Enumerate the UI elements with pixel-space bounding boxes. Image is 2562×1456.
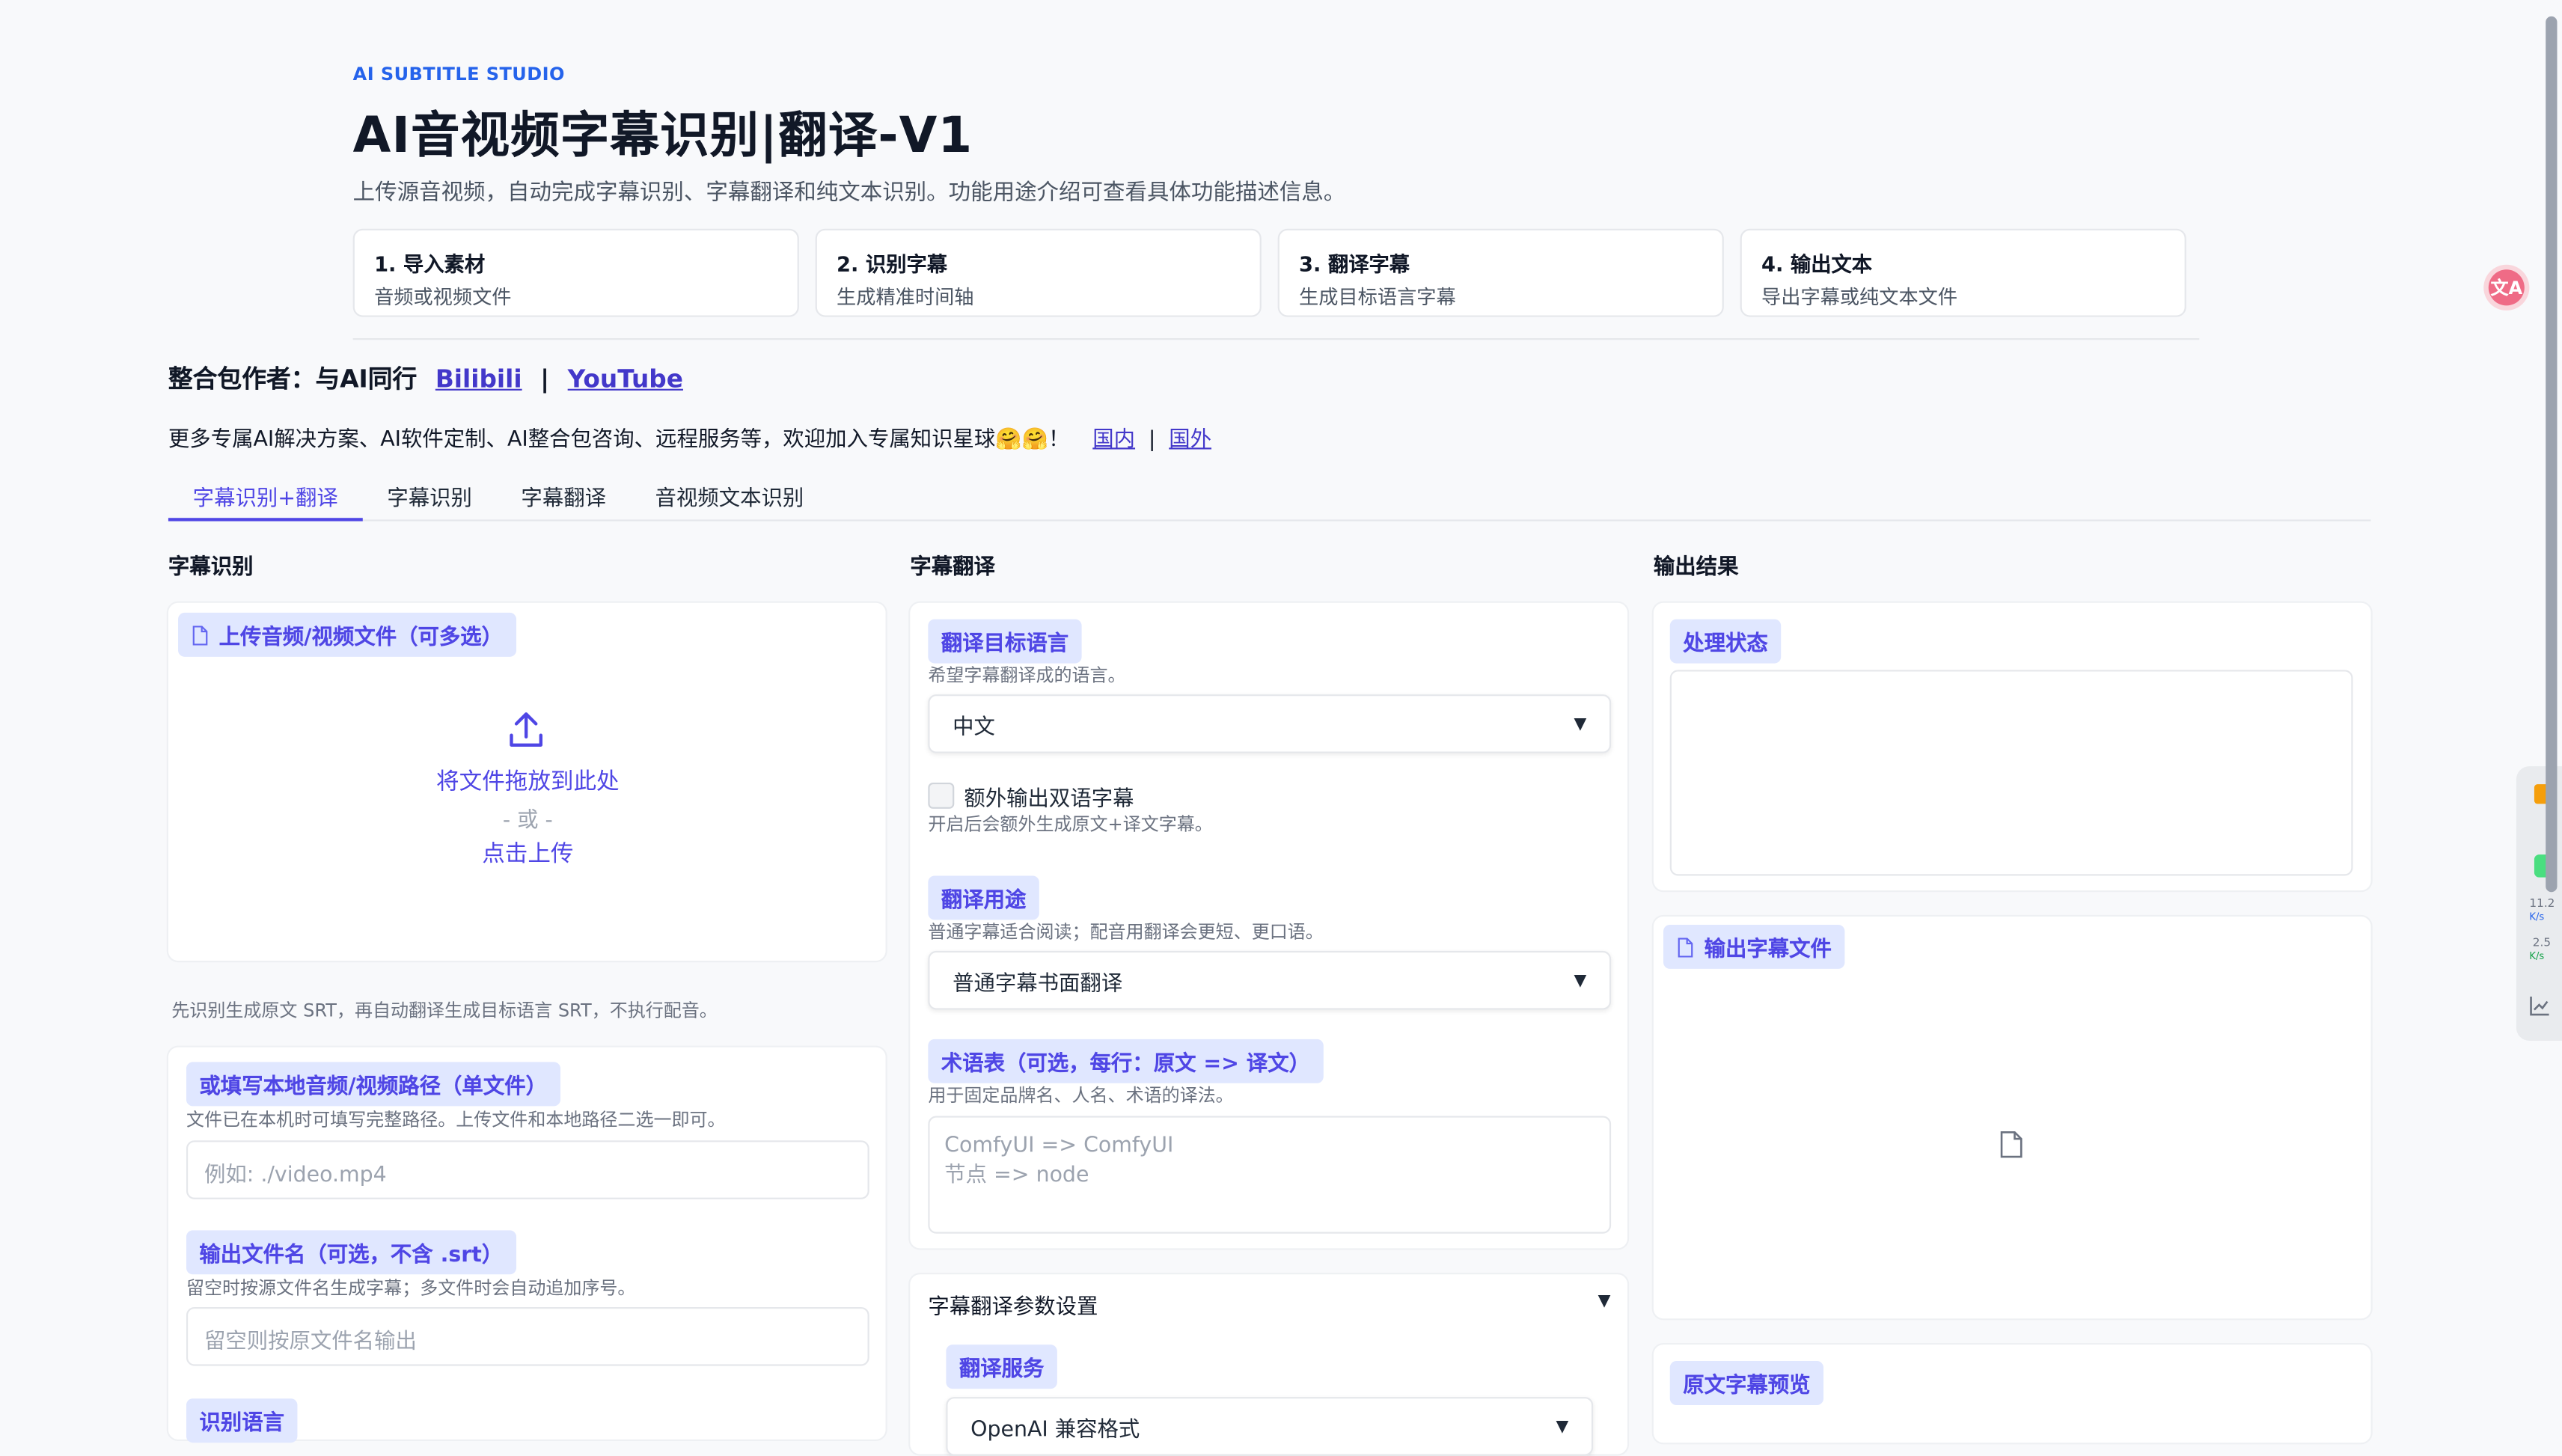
target-language-hint: 希望字幕翻译成的语言。	[928, 664, 1126, 687]
step-title: 3. 翻译字幕	[1299, 251, 1410, 277]
service-select[interactable]: OpenAI 兼容格式 ▼	[946, 1397, 1594, 1456]
step-card-translate: 3. 翻译字幕 生成目标语言字幕	[1277, 228, 1724, 317]
bilibili-link[interactable]: Bilibili	[435, 364, 522, 394]
purpose-chip: 翻译用途	[928, 875, 1039, 920]
local-path-placeholder: 例如: ./video.mp4	[204, 1163, 387, 1188]
or-text: - 或 -	[502, 808, 553, 833]
chevron-down-icon: ▼	[1574, 715, 1587, 733]
header-divider	[352, 338, 2200, 340]
tab-translate[interactable]: 字幕翻译	[497, 474, 631, 518]
step-desc: 导出字幕或纯文本文件	[1761, 286, 1958, 309]
bilingual-label: 额外输出双语字幕	[964, 787, 1134, 813]
collapse-arrow-icon[interactable]: ▼	[1598, 1292, 1611, 1310]
step-desc: 生成目标语言字幕	[1299, 286, 1456, 309]
output-name-hint: 留空时按源文件名生成字幕；多文件时会自动追加序号。	[186, 1277, 636, 1300]
translate-params-title: 字幕翻译参数设置	[928, 1295, 1098, 1321]
output-name-placeholder: 留空则按原文件名输出	[204, 1330, 417, 1355]
step-desc: 音频或视频文件	[374, 286, 512, 309]
tab-text-recognize[interactable]: 音视频文本识别	[631, 474, 828, 518]
chevron-down-icon: ▼	[1574, 971, 1587, 990]
author-separator: |	[540, 364, 550, 394]
translate-float-button[interactable]: 文A	[2483, 264, 2530, 311]
page-title: AI音视频字幕识别|翻译-V1	[352, 108, 973, 165]
promo-line: 更多专属AI解决方案、AI软件定制、AI整合包咨询、远程服务等，欢迎加入专属知识…	[168, 421, 1211, 453]
output-file-panel	[1653, 917, 2371, 1319]
step-desc: 生成精准时间轴	[837, 286, 974, 309]
service-chip: 翻译服务	[946, 1345, 1057, 1389]
glossary-placeholder-line: ComfyUI => ComfyUI	[944, 1134, 1174, 1159]
translate-icon: 文A	[2488, 269, 2525, 306]
purpose-hint: 普通字幕适合阅读；配音用翻译会更短、更口语。	[928, 921, 1324, 943]
local-path-input[interactable]: 例如: ./video.mp4	[186, 1140, 869, 1199]
upload-speed-unit: K/s	[2529, 911, 2545, 923]
service-value: OpenAI 兼容格式	[970, 1417, 1140, 1443]
promo-text: 更多专属AI解决方案、AI软件定制、AI整合包咨询、远程服务等，欢迎加入专属知识…	[168, 428, 1070, 453]
purpose-value: 普通字幕书面翻译	[953, 971, 1123, 996]
workflow-steps: 1. 导入素材 音频或视频文件 2. 识别字幕 生成精准时间轴 3. 翻译字幕 …	[352, 228, 2186, 317]
step-card-output: 4. 输出文本 导出字幕或纯文本文件	[1740, 228, 2186, 317]
bilingual-checkbox[interactable]	[928, 782, 955, 809]
output-name-input[interactable]: 留空则按原文件名输出	[186, 1306, 869, 1366]
target-language-chip: 翻译目标语言	[928, 619, 1082, 664]
step-card-import: 1. 导入素材 音频或视频文件	[352, 228, 799, 317]
step-title: 4. 输出文本	[1761, 251, 1873, 277]
recognize-language-chip: 识别语言	[186, 1398, 298, 1443]
upload-icon	[510, 712, 542, 747]
page-subtitle: 上传源音视频，自动完成字幕识别、字幕翻译和纯文本识别。功能用途介绍可查看具体功能…	[352, 180, 1346, 207]
glossary-hint: 用于固定品牌名、人名、术语的译法。	[928, 1084, 1234, 1107]
overseas-link[interactable]: 国外	[1169, 428, 1211, 453]
status-chip: 处理状态	[1669, 619, 1782, 664]
author-label: 整合包作者：与AI同行	[168, 364, 418, 394]
drop-text: 将文件拖放到此处	[436, 769, 620, 796]
step-card-recognize: 2. 识别字幕 生成精准时间轴	[815, 228, 1262, 317]
upload-file-label: 上传音频/视频文件（可多选）	[218, 625, 504, 651]
target-language-value: 中文	[953, 715, 995, 740]
glossary-textarea[interactable]: ComfyUI => ComfyUI 节点 => node	[928, 1116, 1612, 1234]
glossary-chip: 术语表（可选，每行：原文 => 译文）	[928, 1039, 1324, 1083]
tab-recognize-translate[interactable]: 字幕识别+翻译	[168, 474, 363, 521]
output-name-chip: 输出文件名（可选，不含 .srt）	[186, 1230, 516, 1275]
scrollbar-thumb[interactable]	[2546, 16, 2558, 893]
step-title: 1. 导入素材	[374, 251, 486, 277]
page-scrollbar[interactable]	[2544, 0, 2559, 1431]
domestic-link[interactable]: 国内	[1092, 428, 1135, 453]
mode-tabs: 字幕识别+翻译 字幕识别 字幕翻译 音视频文本识别	[168, 474, 2371, 521]
purpose-select[interactable]: 普通字幕书面翻译 ▼	[928, 950, 1612, 1010]
empty-file-icon	[2000, 1131, 2023, 1158]
chevron-down-icon: ▼	[1556, 1417, 1569, 1436]
pipeline-note: 先识别生成原文 SRT，再自动翻译生成目标语言 SRT，不执行配音。	[171, 1000, 718, 1021]
bilingual-hint: 开启后会额外生成原文+译文字幕。	[928, 813, 1213, 835]
click-upload-link[interactable]: 点击上传	[168, 836, 887, 869]
glossary-placeholder-line: 节点 => node	[944, 1163, 1089, 1188]
translate-column-title: 字幕翻译	[910, 555, 995, 581]
step-title: 2. 识别字幕	[837, 251, 948, 277]
upload-file-chip: 上传音频/视频文件（可多选）	[178, 612, 516, 657]
download-speed-unit: K/s	[2529, 950, 2545, 963]
tab-recognize[interactable]: 字幕识别	[363, 474, 497, 518]
output-file-label: 输出字幕文件	[1704, 937, 1832, 963]
youtube-link[interactable]: YouTube	[568, 364, 683, 394]
status-textbox[interactable]	[1669, 670, 2353, 876]
local-path-hint: 文件已在本机时可填写完整路径。上传文件和本地路径二选一即可。	[186, 1109, 726, 1131]
eyebrow-label: AI SUBTITLE STUDIO	[352, 64, 565, 85]
local-path-chip: 或填写本地音频/视频路径（单文件）	[186, 1062, 560, 1107]
author-line: 整合包作者：与AI同行 Bilibili | YouTube	[168, 361, 683, 396]
target-language-select[interactable]: 中文 ▼	[928, 694, 1612, 753]
output-column-title: 输出结果	[1653, 555, 1739, 581]
recognize-column-title: 字幕识别	[168, 555, 254, 581]
file-icon	[192, 625, 208, 645]
app-root: AI SUBTITLE STUDIO AI音视频字幕识别|翻译-V1 上传源音视…	[0, 0, 2562, 1456]
output-file-chip: 输出字幕文件	[1663, 924, 1845, 969]
file-icon	[1678, 937, 1693, 957]
preview-chip: 原文字幕预览	[1669, 1361, 1824, 1405]
promo-separator: |	[1148, 428, 1156, 453]
